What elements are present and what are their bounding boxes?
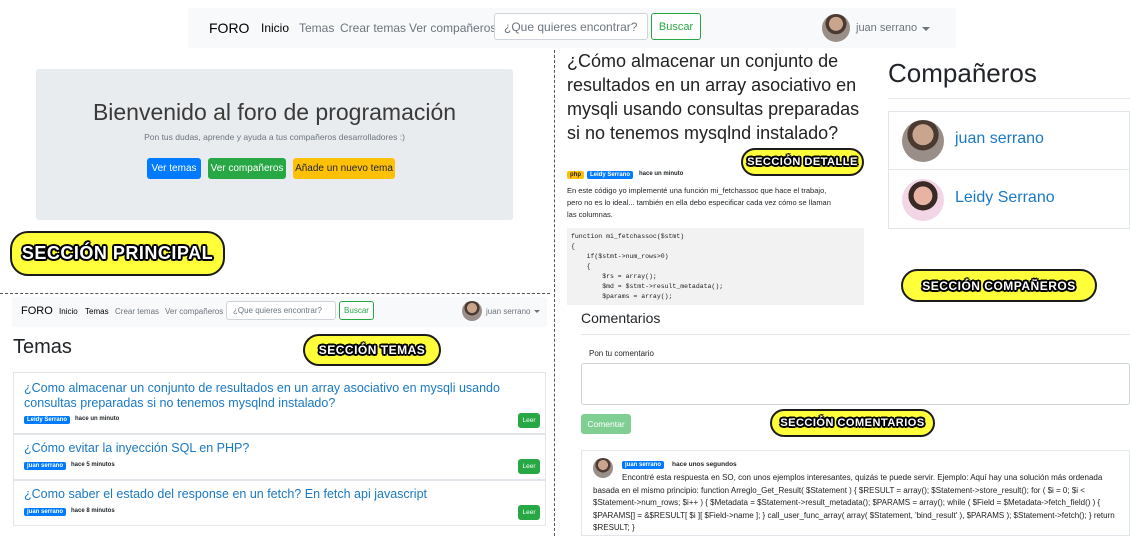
detalle-body: En este código yo implementé una función… bbox=[567, 186, 831, 219]
temas-heading: Temas bbox=[13, 336, 72, 358]
tema-time: hace 8 minutos bbox=[71, 508, 115, 514]
nav-crear-temas[interactable]: Crear temas bbox=[340, 21, 406, 35]
leer-label: Leer bbox=[522, 463, 536, 470]
comentar-label: Comentar bbox=[587, 419, 625, 429]
sticker-companeros-label: Sección compañeros bbox=[922, 278, 1076, 293]
sticker-detalle-label: Sección detalle bbox=[747, 156, 858, 168]
temas-nav-inicio[interactable]: Inicio bbox=[59, 307, 78, 316]
horizontal-divider bbox=[0, 293, 550, 294]
nuevo-tema-button[interactable]: Añade un nuevo tema bbox=[293, 158, 395, 179]
sticker-seccion-detalle: Sección detalle bbox=[741, 148, 864, 176]
leer-label: Leer bbox=[522, 417, 536, 424]
search-button-label: Buscar bbox=[658, 20, 694, 33]
temas-search-placeholder: ¿Que quieres encontrar? bbox=[233, 306, 322, 315]
comentario-label: Pon tu comentario bbox=[589, 349, 654, 358]
companero-item[interactable]: Leidy Serrano bbox=[888, 169, 1130, 229]
comentar-button[interactable]: Comentar bbox=[581, 414, 631, 434]
tema-author-badge: Leidy Serrano bbox=[24, 416, 71, 424]
temas-user-avatar[interactable] bbox=[462, 301, 482, 321]
top-navbar: FORO Inicio Temas Crear temas Ver compañ… bbox=[188, 8, 956, 48]
comment-card: juan serrano hace unos segundos Encontré… bbox=[581, 450, 1130, 536]
companero-avatar bbox=[902, 120, 944, 162]
sticker-principal-label: Sección principal bbox=[21, 243, 214, 263]
comentarios-separator bbox=[581, 334, 1130, 335]
brand-logo[interactable]: FORO bbox=[209, 20, 249, 36]
temas-nav-crear[interactable]: Crear temas bbox=[115, 307, 159, 316]
tema-item[interactable]: ¿Como almacenar un conjunto de resultado… bbox=[13, 372, 546, 434]
search-placeholder: ¿Que quieres encontrar? bbox=[504, 19, 638, 34]
leer-button[interactable]: Leer bbox=[518, 413, 540, 428]
tema-item[interactable]: ¿Cómo evitar la inyección SQL en PHP? ju… bbox=[13, 434, 546, 480]
companero-name[interactable]: juan serrano bbox=[955, 130, 1044, 148]
companero-name[interactable]: Leidy Serrano bbox=[955, 189, 1055, 207]
detalle-code-block: function mi_fetchassoc($stmt) { if($stmt… bbox=[567, 228, 864, 305]
temas-search-label: Buscar bbox=[344, 306, 369, 315]
ver-temas-button[interactable]: Ver temas bbox=[147, 158, 201, 179]
tema-time: hace 5 minutos bbox=[71, 462, 115, 468]
tema-item[interactable]: ¿Como saber el estado del response en un… bbox=[13, 480, 546, 526]
comentarios-heading: Comentarios bbox=[581, 310, 661, 326]
user-avatar[interactable] bbox=[822, 14, 850, 42]
tema-author-badge: juan serrano bbox=[24, 508, 67, 516]
companeros-heading: Compañeros bbox=[888, 58, 1037, 88]
search-button[interactable]: Buscar bbox=[651, 13, 701, 40]
chevron-down-icon[interactable] bbox=[922, 27, 930, 31]
nav-ver-companeros[interactable]: Ver compañeros bbox=[409, 21, 496, 35]
leer-label: Leer bbox=[522, 509, 536, 516]
temas-search-input[interactable]: ¿Que quieres encontrar? bbox=[226, 301, 336, 320]
temas-nav-companeros[interactable]: Ver compañeros bbox=[165, 307, 223, 316]
sticker-temas-label: Sección temas bbox=[318, 343, 426, 357]
tema-title[interactable]: ¿Como almacenar un conjunto de resultado… bbox=[24, 381, 534, 411]
detalle-time: hace un minuto bbox=[639, 171, 684, 177]
leer-button[interactable]: Leer bbox=[518, 505, 540, 520]
comment-time: hace unos segundos bbox=[672, 461, 737, 468]
nuevo-tema-label: Añade un nuevo tema bbox=[295, 163, 393, 174]
sticker-comentarios-label: Sección comentarios bbox=[780, 417, 925, 429]
sticker-seccion-companeros: Sección compañeros bbox=[901, 269, 1097, 302]
detalle-author-badge: Leidy Serrano bbox=[587, 171, 634, 179]
search-input[interactable]: ¿Que quieres encontrar? bbox=[494, 13, 648, 40]
temas-brand[interactable]: FORO bbox=[21, 305, 53, 317]
tema-title[interactable]: ¿Como saber el estado del response en un… bbox=[24, 487, 534, 501]
user-name[interactable]: juan serrano bbox=[856, 22, 917, 34]
ver-companeros-label: Ver compañeros bbox=[210, 163, 284, 174]
jumbotron-subtitle: Pon tus dudas, aprende y ayuda a tus com… bbox=[144, 132, 405, 142]
companero-item[interactable]: juan serrano bbox=[888, 111, 1130, 170]
nav-inicio[interactable]: Inicio bbox=[261, 21, 289, 35]
tema-author-badge: juan serrano bbox=[24, 462, 67, 470]
welcome-jumbotron: Bienvenido al foro de programación Pon t… bbox=[36, 69, 513, 220]
tema-title[interactable]: ¿Cómo evitar la inyección SQL en PHP? bbox=[24, 441, 534, 455]
ver-companeros-button[interactable]: Ver compañeros bbox=[208, 158, 286, 179]
comment-text: Encontré esta respuesta en SO, con unos … bbox=[593, 473, 1115, 532]
temas-chevron-down-icon[interactable] bbox=[534, 310, 540, 313]
detalle-title: ¿Cómo almacenar un conjunto de resultado… bbox=[567, 51, 860, 143]
detalle-tag-badge: php bbox=[567, 171, 584, 179]
vertical-divider bbox=[554, 50, 555, 536]
temas-navbar: FORO Inicio Temas Crear temas Ver compañ… bbox=[12, 297, 547, 327]
jumbotron-title: Bienvenido al foro de programación bbox=[92, 99, 457, 125]
comment-author-badge: juan serrano bbox=[622, 461, 665, 469]
temas-user-name[interactable]: juan serrano bbox=[486, 307, 530, 316]
sticker-seccion-temas: Sección temas bbox=[303, 334, 441, 366]
companeros-separator bbox=[888, 98, 1130, 99]
companero-avatar bbox=[902, 179, 944, 221]
sticker-seccion-principal: Sección principal bbox=[10, 231, 225, 276]
nav-temas[interactable]: Temas bbox=[299, 21, 334, 35]
comentario-textarea[interactable] bbox=[581, 363, 1130, 405]
tema-time: hace un minuto bbox=[75, 416, 120, 422]
temas-nav-temas[interactable]: Temas bbox=[85, 307, 109, 316]
ver-temas-label: Ver temas bbox=[151, 163, 197, 174]
leer-button[interactable]: Leer bbox=[518, 459, 540, 474]
temas-search-button[interactable]: Buscar bbox=[339, 301, 374, 320]
sticker-seccion-comentarios: Sección comentarios bbox=[770, 409, 935, 437]
